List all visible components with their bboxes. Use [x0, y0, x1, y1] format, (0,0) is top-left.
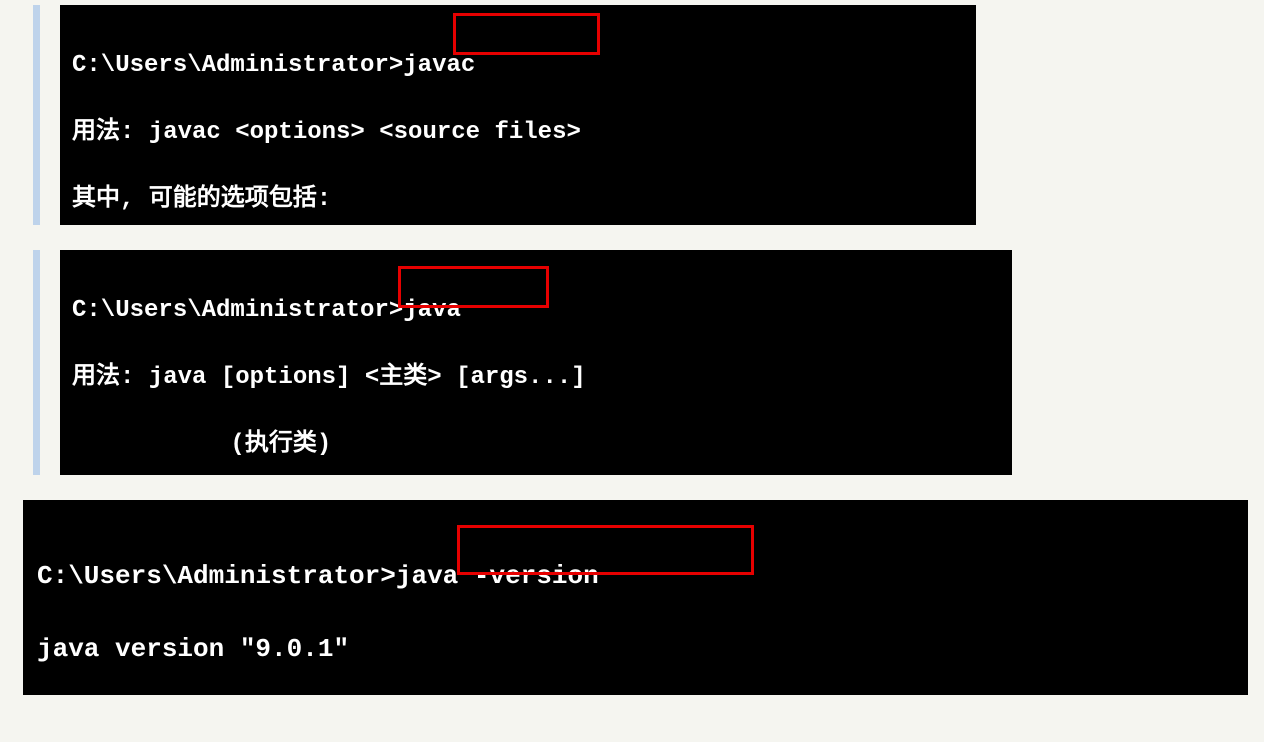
- usage-line: (执行类): [72, 428, 1000, 462]
- prompt: C:\Users\Administrator>: [72, 52, 403, 79]
- usage-line: 用法: java [options] <主类> [args...]: [72, 361, 1000, 395]
- terminal-java-version: C:\Users\Administrator>java -version jav…: [23, 500, 1248, 695]
- prompt: C:\Users\Administrator>: [72, 297, 403, 324]
- command: javac: [403, 52, 475, 79]
- usage-line: 用法: javac <options> <source files>: [72, 116, 964, 150]
- selection-marker: [33, 250, 40, 475]
- prompt: C:\Users\Administrator>: [37, 561, 396, 591]
- terminal-javac: C:\Users\Administrator>javac 用法: javac <…: [60, 5, 976, 225]
- command: java: [403, 297, 461, 324]
- options-header: 其中, 可能的选项包括:: [72, 183, 964, 217]
- version-line: java version "9.0.1": [37, 631, 1234, 667]
- command: java -version: [396, 561, 599, 591]
- selection-marker: [33, 5, 40, 225]
- terminal-java: C:\Users\Administrator>java 用法: java [op…: [60, 250, 1012, 475]
